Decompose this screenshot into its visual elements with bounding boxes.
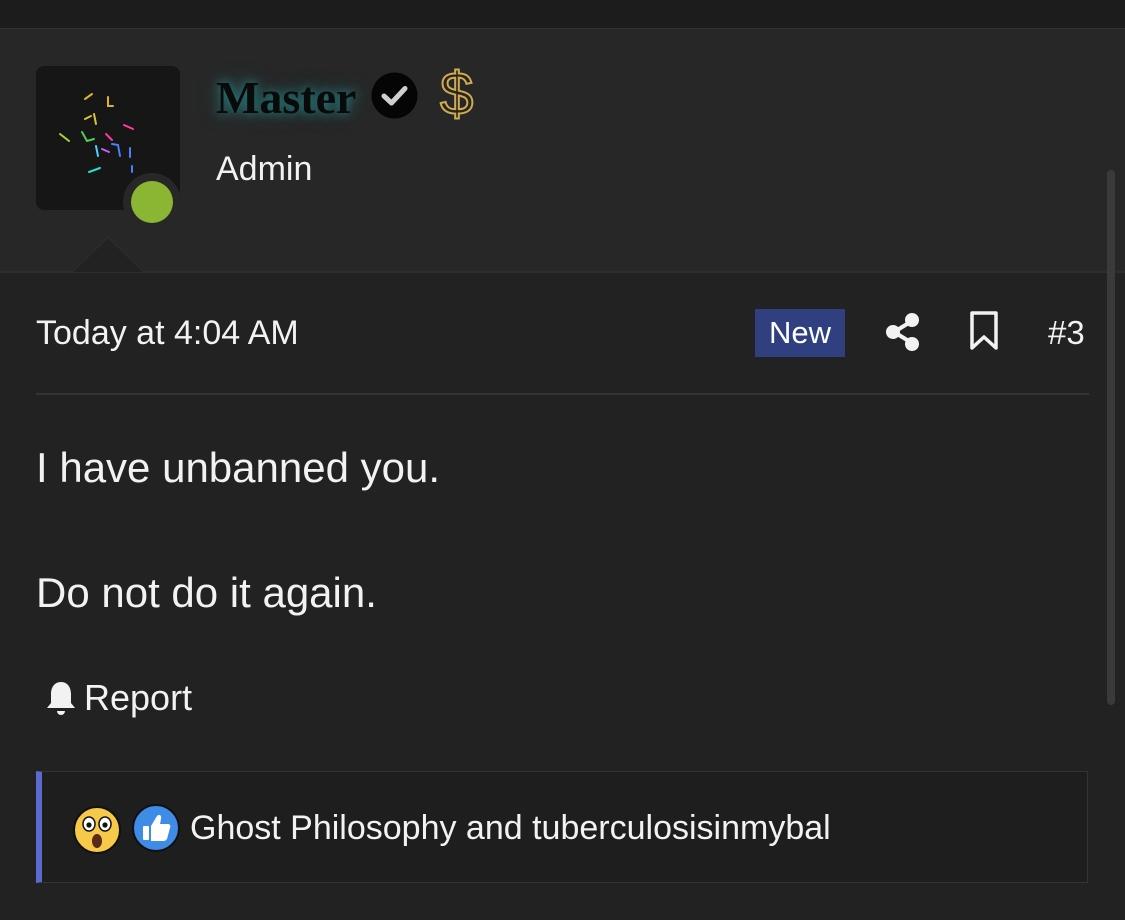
post-body-line: I have unbanned you.	[36, 444, 441, 491]
user-role: Admin	[216, 150, 313, 188]
online-status-dot	[131, 181, 173, 223]
post-date[interactable]: Today at 4:04 AM	[36, 313, 299, 353]
report-label: Report	[84, 677, 193, 718]
like-emoji-icon	[132, 804, 180, 852]
username[interactable]: Master	[216, 70, 356, 126]
new-badge: New	[755, 309, 845, 357]
reaction-users[interactable]: Ghost Philosophy and tuberculosisinmybal	[190, 808, 831, 848]
bell-icon	[47, 682, 75, 715]
report-button[interactable]: Report	[44, 676, 192, 720]
scrollbar[interactable]	[1107, 170, 1115, 705]
wow-emoji-icon	[73, 806, 121, 854]
top-bar	[0, 0, 1125, 29]
bookmark-icon[interactable]	[969, 311, 999, 351]
dollar-icon: $	[439, 60, 474, 127]
header-pointer	[73, 238, 143, 272]
verified-icon	[371, 72, 418, 119]
share-icon[interactable]	[884, 312, 922, 352]
post-number-link[interactable]: #3	[1048, 313, 1085, 353]
post-divider	[36, 393, 1089, 395]
post-body-line: Do not do it again.	[36, 569, 377, 616]
